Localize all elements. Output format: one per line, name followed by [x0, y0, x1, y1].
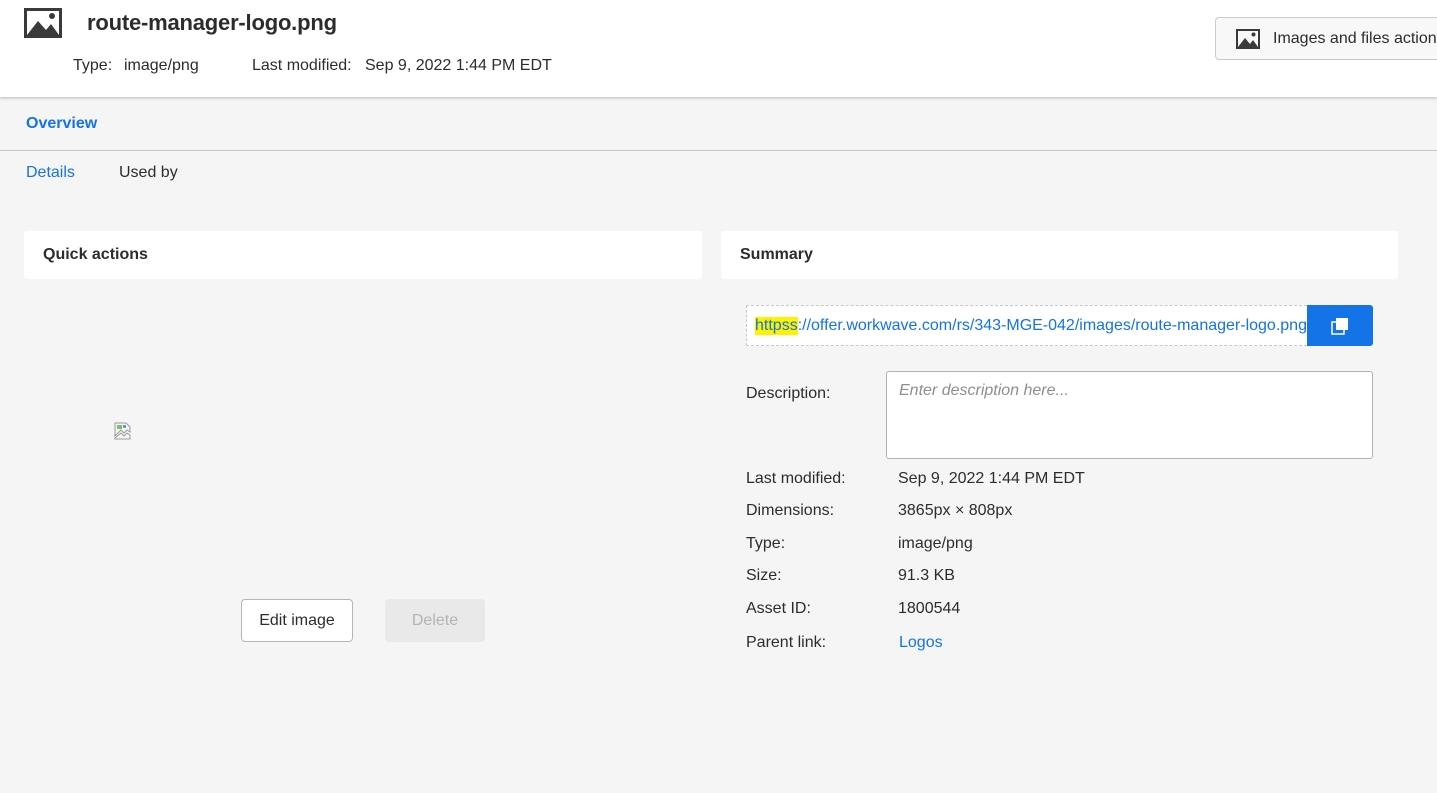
dimensions-label: Dimensions:: [746, 502, 835, 519]
type-label: Type:: [73, 57, 113, 74]
dimensions-value: 3865px × 808px: [898, 502, 1013, 519]
url-text: ://offer.workwave.com/rs/343-MGE-042/ima…: [797, 316, 1307, 334]
description-label: Description:: [746, 385, 831, 402]
size-value: 91.3 KB: [898, 567, 955, 584]
summary-title: Summary: [740, 246, 813, 263]
quick-actions-title: Quick actions: [43, 246, 148, 263]
delete-button[interactable]: Delete: [385, 599, 485, 642]
type-field-label: Type:: [746, 535, 786, 552]
description-field[interactable]: Enter description here...: [886, 371, 1373, 459]
type-value: image/png: [124, 57, 199, 74]
image-icon: [24, 8, 62, 38]
tab-overview[interactable]: Overview: [26, 115, 97, 133]
page-title: route-manager-logo.png: [87, 10, 337, 35]
last-modified-field-label: Last modified:: [746, 470, 846, 487]
type-field-value: image/png: [898, 535, 973, 552]
copy-url-button[interactable]: [1307, 305, 1373, 346]
asset-header: route-manager-logo.png Type: image/png L…: [0, 0, 1437, 97]
last-modified-value: Sep 9, 2022 1:44 PM EDT: [365, 57, 552, 74]
broken-image-icon: [114, 422, 131, 440]
last-modified-field-value: Sep 9, 2022 1:44 PM EDT: [898, 470, 1085, 487]
asset-id-value: 1800544: [898, 600, 961, 617]
actions-button-label: Images and files actions: [1273, 29, 1437, 47]
tab-divider: [0, 150, 1437, 151]
url-highlight: httpss: [755, 316, 798, 335]
last-modified-label: Last modified:: [252, 57, 352, 74]
parent-link[interactable]: Logos: [899, 634, 943, 652]
tab-used-by[interactable]: Used by: [119, 164, 178, 182]
edit-image-button[interactable]: Edit image: [241, 599, 353, 642]
image-icon: [1236, 28, 1260, 49]
images-and-files-actions-button[interactable]: Images and files actions: [1215, 17, 1437, 60]
asset-id-label: Asset ID:: [746, 600, 811, 617]
parent-link-label: Parent link:: [746, 634, 827, 651]
summary-header: Summary: [721, 231, 1398, 279]
quick-actions-header: Quick actions: [24, 231, 702, 279]
tab-details[interactable]: Details: [26, 164, 75, 182]
size-label: Size:: [746, 567, 782, 584]
asset-url-link[interactable]: httpss://offer.workwave.com/rs/343-MGE-0…: [746, 305, 1307, 346]
copy-icon: [1331, 317, 1348, 335]
